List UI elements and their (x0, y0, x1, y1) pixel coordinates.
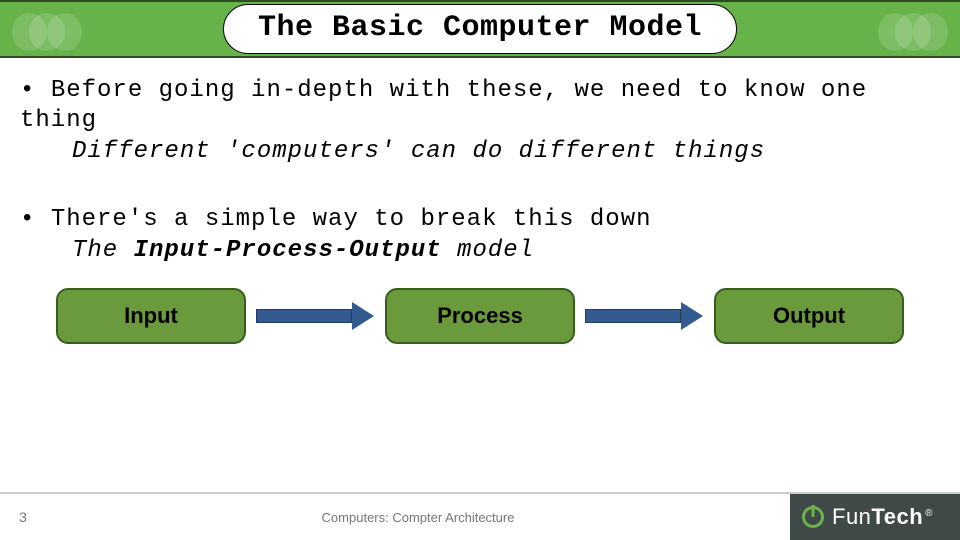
bullet-1-sub: Different 'computers' can do different t… (72, 138, 940, 165)
flow-box-output: Output (714, 288, 904, 344)
brand-logo: FunTech® (790, 494, 960, 540)
bullet-2-sub: The Input-Process-Output model (72, 237, 940, 264)
arrow-shaft (256, 309, 352, 323)
power-icon (802, 506, 824, 528)
footer: 3 Computers: Compter Architecture FunTec… (0, 492, 960, 540)
content-area: Before going in-depth with these, we nee… (0, 58, 960, 344)
ribbon-decor-left (12, 10, 82, 54)
brand-registered: ® (925, 508, 933, 519)
bullet-2: There's a simple way to break this down (20, 205, 940, 235)
footer-bar: 3 Computers: Compter Architecture FunTec… (0, 494, 960, 540)
brand-tech: Tech (871, 504, 923, 529)
ipo-bold-term: Input-Process-Output (134, 237, 442, 264)
decor-circle (47, 13, 82, 51)
footer-subject: Computers: Compter Architecture (46, 510, 790, 525)
decor-circle (913, 13, 948, 51)
arrow-head (681, 302, 703, 330)
flow-box-input: Input (56, 288, 246, 344)
slide-title: The Basic Computer Model (223, 4, 737, 54)
arrow-icon (585, 304, 705, 328)
arrow-icon (256, 304, 376, 328)
slide: The Basic Computer Model Before going in… (0, 0, 960, 540)
arrow-head (352, 302, 374, 330)
bullet-1: Before going in-depth with these, we nee… (20, 76, 940, 136)
brand-fun: Fun (832, 504, 871, 529)
ipo-suffix: model (442, 237, 534, 264)
ipo-flow: Input Process Output (20, 288, 940, 344)
ipo-prefix: The (72, 237, 134, 264)
ribbon-decor-right (878, 10, 948, 54)
arrow-shaft (585, 309, 681, 323)
title-ribbon: The Basic Computer Model (0, 0, 960, 58)
page-number: 3 (0, 509, 46, 525)
brand-text: FunTech® (832, 504, 933, 530)
spacer (20, 165, 940, 205)
flow-box-process: Process (385, 288, 575, 344)
